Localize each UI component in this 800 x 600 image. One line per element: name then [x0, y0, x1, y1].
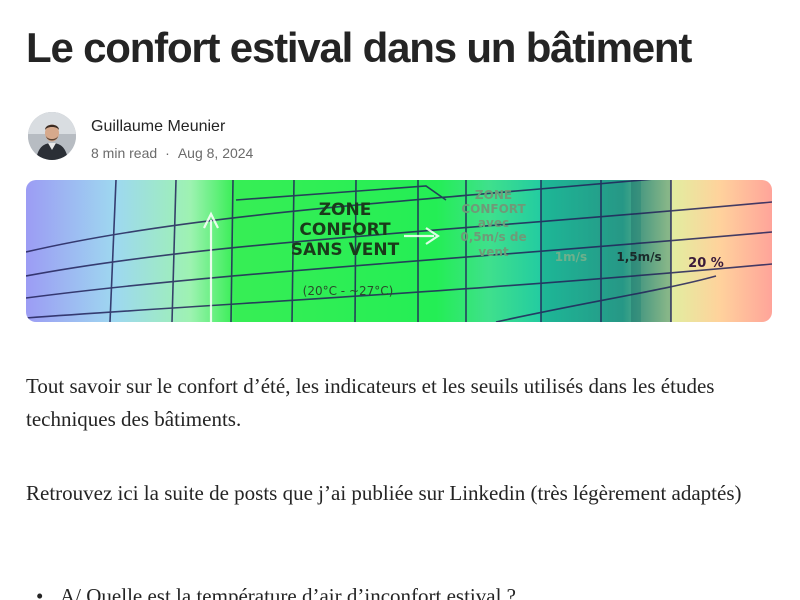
article-title: Le confort estival dans un bâtiment — [26, 24, 692, 71]
zone-sans-vent-label: ZONE CONFORT SANS VENT — [290, 200, 400, 261]
list-item: A/ Quelle est la température d’air d’inc… — [26, 580, 776, 600]
article-list: A/ Quelle est la température d’air d’inc… — [26, 580, 776, 600]
author-avatar[interactable] — [28, 112, 76, 160]
linkedin-paragraph: Retrouvez ici la suite de posts que j’ai… — [26, 481, 742, 505]
author-name[interactable]: Guillaume Meunier — [91, 118, 225, 136]
intro-paragraph: Tout savoir sur le confort d’été, les in… — [26, 374, 715, 431]
humidity-20-label: 20 % — [688, 256, 724, 271]
read-time: 8 min read — [91, 145, 158, 161]
wind-15ms-label: 1,5m/s — [616, 250, 662, 264]
hero-image: ZONE CONFORT SANS VENT (20°C - ~27°C) ZO… — [26, 180, 772, 322]
zone-avec-vent-label: ZONE CONFORT avec 0,5m/s de vent — [460, 188, 527, 259]
wind-1ms-label: 1m/s — [554, 250, 588, 264]
publish-date: Aug 8, 2024 — [177, 145, 254, 161]
temp-range-label: (20°C - ~27°C) — [302, 284, 394, 298]
meta-separator: · — [165, 145, 170, 161]
article-meta: 8 min read · Aug 8, 2024 — [91, 145, 253, 161]
